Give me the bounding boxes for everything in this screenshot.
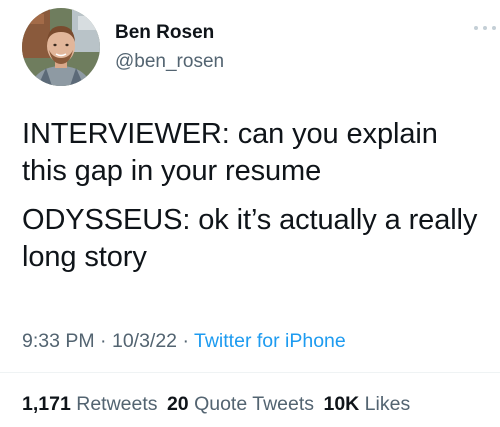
tweet-source-link[interactable]: Twitter for iPhone bbox=[194, 330, 346, 352]
retweets-count: 1,171 bbox=[22, 393, 71, 415]
more-horizontal-icon[interactable] bbox=[474, 22, 496, 34]
tweet-meta: 9:33 PM · 10/3/22 · Twitter for iPhone bbox=[22, 330, 346, 353]
dot bbox=[474, 26, 478, 30]
quote-tweets-label: Quote Tweets bbox=[194, 393, 315, 415]
retweets-label: Retweets bbox=[76, 393, 158, 415]
quote-tweets-count: 20 bbox=[166, 393, 189, 415]
tweet-stats: 1,171 Retweets 20 Quote Tweets 10K Likes bbox=[22, 393, 414, 416]
quote-tweets-stat[interactable]: 20 Quote Tweets bbox=[167, 393, 314, 415]
display-name[interactable]: Ben Rosen bbox=[115, 22, 214, 44]
tweet-time[interactable]: 9:33 PM bbox=[22, 330, 95, 352]
dot bbox=[492, 26, 496, 30]
tweet-line-odysseus: ODYSSEUS: ok it’s actually a really long… bbox=[22, 204, 478, 273]
meta-separator: · bbox=[177, 330, 195, 352]
likes-count: 10K bbox=[323, 393, 360, 415]
meta-separator: · bbox=[94, 330, 112, 352]
tweet-card: Ben Rosen @ben_rosen INTERVIEWER: can yo… bbox=[0, 0, 500, 427]
tweet-date[interactable]: 10/3/22 bbox=[112, 330, 177, 352]
divider bbox=[0, 372, 500, 373]
retweets-stat[interactable]: 1,171 Retweets bbox=[22, 393, 158, 415]
likes-stat[interactable]: 10K Likes bbox=[323, 393, 410, 415]
dot bbox=[483, 26, 487, 30]
profile-photo-icon bbox=[22, 8, 100, 86]
avatar[interactable] bbox=[22, 8, 100, 86]
tweet-text: INTERVIEWER: can you explain this gap in… bbox=[22, 116, 482, 288]
tweet-line-interviewer: INTERVIEWER: can you explain this gap in… bbox=[22, 118, 438, 187]
likes-label: Likes bbox=[364, 393, 411, 415]
user-handle[interactable]: @ben_rosen bbox=[115, 51, 224, 73]
